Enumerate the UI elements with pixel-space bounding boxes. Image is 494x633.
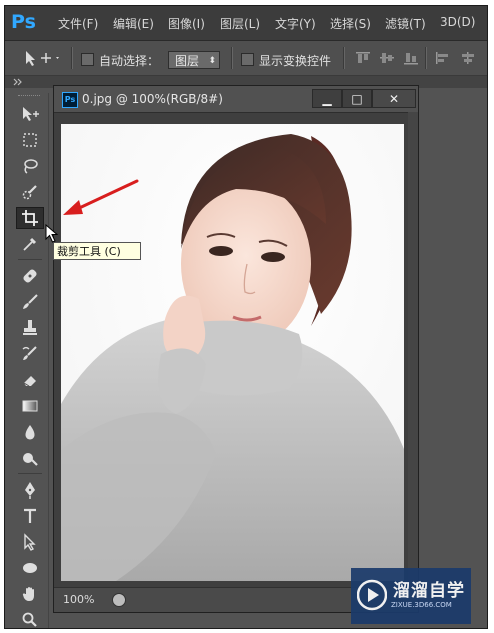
auto-select-dropdown[interactable]: 图层 ⬍ <box>168 51 220 69</box>
ellipse-tool[interactable] <box>16 557 44 579</box>
photoshop-logo: Ps <box>11 11 36 33</box>
pen-tool[interactable] <box>16 479 44 501</box>
menu-select[interactable]: 选择(S) <box>330 15 371 32</box>
document-window: Ps 0.jpg @ 100%(RGB/8#) ▁ □ ✕ 100% <box>53 85 419 613</box>
menu-layer[interactable]: 图层(L) <box>220 15 260 32</box>
document-title: 0.jpg @ 100%(RGB/8#) <box>82 92 223 106</box>
path-select-icon <box>24 533 36 551</box>
menu-image[interactable]: 图像(I) <box>168 15 205 32</box>
annotation-arrow-icon <box>63 179 139 215</box>
align-top-icon[interactable] <box>355 51 371 65</box>
crop-icon <box>22 210 38 226</box>
move-tool[interactable] <box>16 103 44 125</box>
type-icon <box>24 508 36 523</box>
brush-icon <box>23 294 38 309</box>
status-info-icon[interactable] <box>112 593 126 607</box>
align-hcenter-icon[interactable] <box>460 51 476 65</box>
auto-select-checkbox[interactable] <box>81 53 94 66</box>
blur-tool[interactable] <box>16 421 44 443</box>
auto-select-value: 图层 <box>175 54 200 68</box>
menu-filter[interactable]: 滤镜(T) <box>385 15 426 32</box>
quick-select-tool[interactable] <box>16 181 44 203</box>
eyedropper-icon <box>23 237 37 251</box>
toolbox <box>12 93 49 628</box>
watermark-subtitle: ZIXUE.3D66.COM <box>391 601 452 609</box>
zoom-tool[interactable] <box>16 609 44 628</box>
lasso-tool[interactable] <box>16 155 44 177</box>
collapse-arrows-icon[interactable] <box>13 77 25 87</box>
align-vcenter-icon[interactable] <box>379 51 395 65</box>
hand-tool[interactable] <box>16 583 44 605</box>
gradient-tool[interactable] <box>16 395 44 417</box>
menu-file[interactable]: 文件(F) <box>58 15 98 32</box>
quick-select-icon <box>22 185 37 200</box>
zoom-level[interactable]: 100% <box>63 593 94 606</box>
vertical-scrollbar[interactable] <box>408 112 418 590</box>
brush-tool[interactable] <box>16 291 44 313</box>
menu-3d[interactable]: 3D(D) <box>440 15 475 29</box>
show-transform-checkbox[interactable] <box>241 53 254 66</box>
photoshop-window: Ps 文件(F) 编辑(E) 图像(I) 图层(L) 文字(Y) 选择(S) 滤… <box>4 5 488 629</box>
marquee-tool[interactable] <box>16 129 44 151</box>
watermark: 溜溜自学 ZIXUE.3D66.COM <box>351 568 471 624</box>
menu-type[interactable]: 文字(Y) <box>275 15 316 32</box>
document-tab[interactable]: Ps 0.jpg @ 100%(RGB/8#) ▁ □ ✕ <box>54 86 418 113</box>
watermark-title: 溜溜自学 <box>393 581 465 601</box>
eraser-icon <box>23 376 36 387</box>
close-button[interactable]: ✕ <box>372 89 416 108</box>
mouse-cursor-icon <box>45 224 59 243</box>
move-icon <box>23 107 39 121</box>
watermark-logo-icon <box>357 579 387 611</box>
eraser-tool[interactable] <box>16 369 44 391</box>
type-tool[interactable] <box>16 505 44 527</box>
path-select-tool[interactable] <box>16 531 44 553</box>
dropdown-arrow-icon: ⬍ <box>208 56 216 66</box>
history-brush-icon <box>22 346 37 360</box>
bandage-icon <box>23 269 37 283</box>
maximize-button[interactable]: □ <box>342 89 372 108</box>
move-tool-preset-icon[interactable] <box>23 49 61 67</box>
photoshop-doc-icon: Ps <box>62 92 78 108</box>
menu-edit[interactable]: 编辑(E) <box>113 15 154 32</box>
gradient-icon <box>22 400 38 412</box>
marquee-icon <box>23 133 37 147</box>
healing-brush-tool[interactable] <box>16 265 44 287</box>
stamp-icon <box>23 320 37 335</box>
eyedropper-tool[interactable] <box>16 233 44 255</box>
crop-tool[interactable] <box>16 207 44 229</box>
show-transform-label: 显示变换控件 <box>259 54 332 68</box>
align-left-icon[interactable] <box>435 51 451 65</box>
clone-stamp-tool[interactable] <box>16 317 44 339</box>
minimize-button[interactable]: ▁ <box>312 89 342 108</box>
dodge-icon <box>23 453 38 466</box>
magnifier-icon <box>22 612 37 627</box>
auto-select-label: 自动选择： <box>99 54 160 68</box>
ellipse-icon <box>23 563 37 573</box>
lasso-icon <box>24 159 38 174</box>
dodge-tool[interactable] <box>16 447 44 469</box>
align-bottom-icon[interactable] <box>403 51 419 65</box>
toolbox-grip[interactable] <box>18 95 40 98</box>
history-brush-tool[interactable] <box>16 343 44 365</box>
menu-bar: Ps 文件(F) 编辑(E) 图像(I) 图层(L) 文字(Y) 选择(S) 滤… <box>5 6 487 41</box>
pen-icon <box>25 482 35 499</box>
crop-tool-tooltip: 裁剪工具 (C) <box>53 242 141 260</box>
hand-icon <box>22 587 34 601</box>
drop-icon <box>25 425 35 440</box>
